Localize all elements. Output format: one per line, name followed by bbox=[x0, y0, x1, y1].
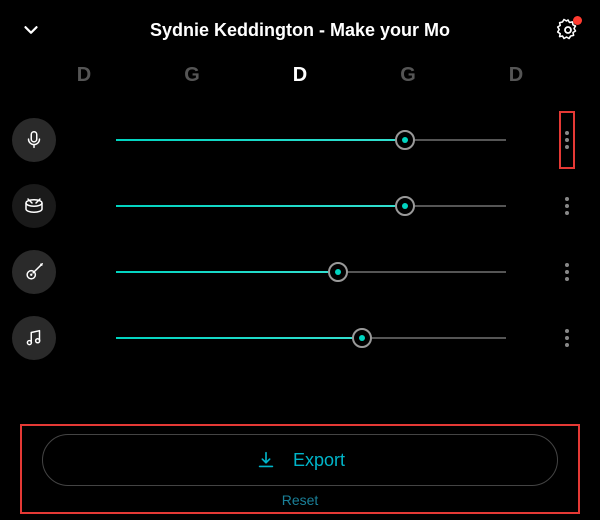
volume-slider[interactable] bbox=[116, 128, 506, 152]
download-icon bbox=[255, 449, 277, 471]
back-button[interactable] bbox=[20, 19, 60, 41]
track-other-button[interactable] bbox=[12, 316, 56, 360]
track-row bbox=[12, 305, 588, 371]
more-icon bbox=[565, 329, 569, 347]
mic-icon bbox=[23, 129, 45, 151]
track-row bbox=[12, 107, 588, 173]
page-title: Sydnie Keddington - Make your Mo bbox=[60, 20, 540, 41]
more-icon bbox=[565, 263, 569, 281]
track-guitar-button[interactable] bbox=[12, 250, 56, 294]
more-icon bbox=[565, 131, 569, 149]
guitar-icon bbox=[23, 261, 45, 283]
track-drums-button[interactable] bbox=[12, 184, 56, 228]
chord-row: D G D G D bbox=[0, 52, 600, 107]
track-row bbox=[12, 173, 588, 239]
music-icon bbox=[23, 327, 45, 349]
chord-item[interactable]: D bbox=[30, 64, 138, 87]
track-menu-button[interactable] bbox=[546, 329, 588, 347]
track-menu-button[interactable] bbox=[546, 263, 588, 281]
volume-slider[interactable] bbox=[116, 260, 506, 284]
export-label: Export bbox=[293, 450, 345, 471]
track-mixer bbox=[0, 107, 600, 371]
chord-item[interactable]: G bbox=[354, 64, 462, 87]
export-button[interactable]: Export bbox=[42, 434, 558, 486]
track-row bbox=[12, 239, 588, 305]
reset-button[interactable]: Reset bbox=[42, 492, 558, 508]
volume-slider[interactable] bbox=[116, 194, 506, 218]
chord-item[interactable]: D bbox=[462, 64, 570, 87]
drums-icon bbox=[22, 194, 46, 218]
track-vocals-button[interactable] bbox=[12, 118, 56, 162]
track-menu-button[interactable] bbox=[546, 197, 588, 215]
settings-button[interactable] bbox=[556, 18, 580, 42]
more-icon bbox=[565, 197, 569, 215]
notification-dot bbox=[573, 16, 582, 25]
chord-item[interactable]: G bbox=[138, 64, 246, 87]
track-menu-button[interactable] bbox=[559, 111, 575, 169]
chord-item[interactable]: D bbox=[246, 64, 354, 87]
volume-slider[interactable] bbox=[116, 326, 506, 350]
chevron-down-icon bbox=[20, 19, 42, 41]
